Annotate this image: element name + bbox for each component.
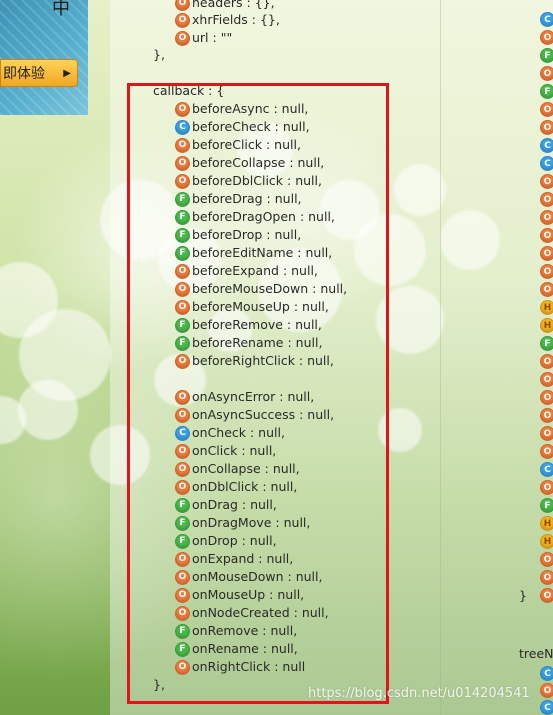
type-O-icon: O bbox=[540, 408, 553, 423]
type-F-icon: F bbox=[540, 336, 553, 351]
code-text: xhrFields : {}, bbox=[192, 12, 280, 27]
type-O-icon: O bbox=[540, 66, 553, 81]
banner-pattern bbox=[0, 0, 88, 115]
type-O-icon: O bbox=[540, 102, 553, 117]
type-O-icon: O bbox=[540, 588, 553, 603]
type-C-icon: C bbox=[540, 138, 553, 153]
column-divider bbox=[440, 0, 441, 715]
type-O-icon: O bbox=[175, 30, 190, 46]
type-O-icon: O bbox=[540, 570, 553, 585]
closing-brace: } bbox=[519, 588, 527, 603]
closing-brace: }, bbox=[153, 46, 165, 64]
type-C-icon: C bbox=[540, 12, 553, 27]
type-C-icon: C bbox=[540, 462, 553, 477]
type-H-icon: H bbox=[540, 534, 553, 549]
type-O-icon: O bbox=[540, 120, 553, 135]
try-now-label: 即体验 bbox=[3, 66, 45, 82]
type-O-icon: O bbox=[540, 683, 553, 698]
type-O-icon: O bbox=[540, 444, 553, 459]
option-line: Ourl : "" bbox=[175, 29, 232, 47]
type-O-icon: O bbox=[540, 246, 553, 261]
type-C-icon: C bbox=[540, 666, 553, 681]
type-O-icon: O bbox=[540, 480, 553, 495]
type-O-icon: O bbox=[540, 372, 553, 387]
play-arrow-icon: ▶ bbox=[63, 67, 71, 79]
type-O-icon: O bbox=[540, 174, 553, 189]
type-O-icon: O bbox=[540, 228, 553, 243]
banner-title: 中 bbox=[52, 0, 70, 19]
type-O-icon: O bbox=[540, 282, 553, 297]
type-H-icon: H bbox=[540, 300, 553, 315]
callback-highlight-box bbox=[127, 83, 389, 704]
type-O-icon: O bbox=[540, 264, 553, 279]
type-O-icon: O bbox=[175, 0, 190, 11]
code-text: url : "" bbox=[192, 30, 233, 45]
tree-node-label: treeN bbox=[519, 646, 553, 661]
type-F-icon: F bbox=[540, 84, 553, 99]
type-F-icon: F bbox=[540, 48, 553, 63]
promo-banner: 中 即体验 ▶ bbox=[0, 0, 88, 115]
type-O-icon: O bbox=[540, 552, 553, 567]
type-F-icon: F bbox=[540, 498, 553, 513]
option-line: OxhrFields : {}, bbox=[175, 11, 280, 29]
type-H-icon: H bbox=[540, 516, 553, 531]
code-text: }, bbox=[153, 47, 165, 62]
type-O-icon: O bbox=[540, 210, 553, 225]
type-O-icon: O bbox=[540, 354, 553, 369]
try-now-button[interactable]: 即体验 ▶ bbox=[0, 59, 78, 87]
type-O-icon: O bbox=[540, 390, 553, 405]
bokeh-circle bbox=[18, 380, 78, 440]
type-O-icon: O bbox=[175, 12, 190, 28]
type-C-icon: C bbox=[540, 156, 553, 171]
type-O-icon: O bbox=[540, 426, 553, 441]
watermark: https://blog.csdn.net/u014204541 bbox=[308, 686, 530, 701]
type-C-icon: C bbox=[540, 700, 553, 715]
type-H-icon: H bbox=[540, 318, 553, 333]
type-O-icon: O bbox=[540, 192, 553, 207]
type-O-icon: O bbox=[540, 30, 553, 45]
